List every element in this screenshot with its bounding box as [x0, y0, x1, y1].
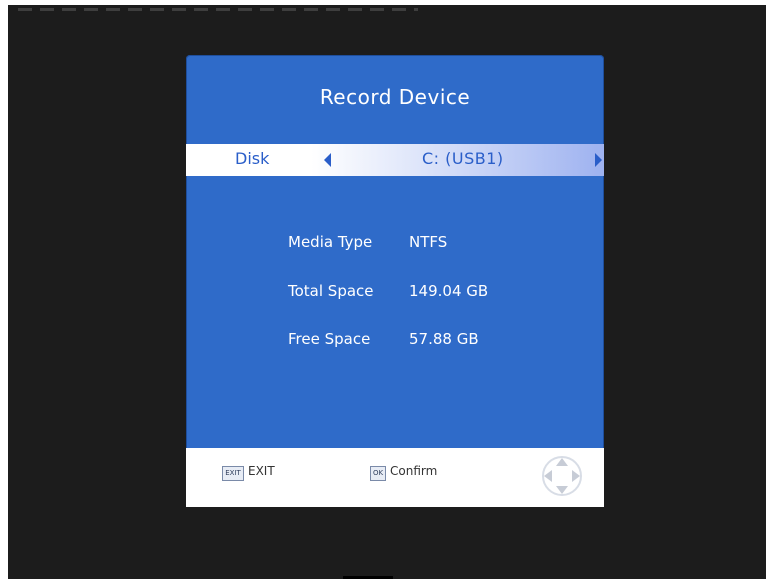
disk-label: Disk	[235, 149, 270, 168]
top-dashes	[18, 8, 418, 11]
record-device-dialog: Record Device Disk C: (USB1) Media Type N…	[186, 55, 604, 507]
tv-screen: Record Device Disk C: (USB1) Media Type N…	[8, 5, 766, 579]
total-space-row: Total Space 149.04 GB	[288, 282, 488, 300]
disk-value: C: (USB1)	[422, 149, 504, 168]
free-space-row: Free Space 57.88 GB	[288, 330, 479, 348]
disk-selector[interactable]: Disk C: (USB1)	[186, 144, 604, 176]
media-type-value: NTFS	[409, 233, 448, 251]
media-type-row: Media Type NTFS	[288, 233, 447, 251]
total-space-value: 149.04 GB	[409, 282, 489, 300]
total-space-label: Total Space	[288, 282, 374, 300]
navigation-pad-icon	[540, 454, 584, 498]
exit-label[interactable]: EXIT	[248, 464, 275, 478]
exit-key-badge[interactable]: EXIT	[222, 466, 244, 481]
arrow-right-icon[interactable]	[595, 153, 602, 167]
free-space-value: 57.88 GB	[409, 330, 479, 348]
media-type-label: Media Type	[288, 233, 373, 251]
confirm-label[interactable]: Confirm	[390, 464, 437, 478]
ok-key-badge[interactable]: OK	[370, 466, 386, 481]
free-space-label: Free Space	[288, 330, 371, 348]
dialog-footer: EXIT EXIT OK Confirm	[186, 448, 604, 507]
dialog-title: Record Device	[319, 85, 471, 109]
arrow-left-icon[interactable]	[324, 153, 331, 167]
